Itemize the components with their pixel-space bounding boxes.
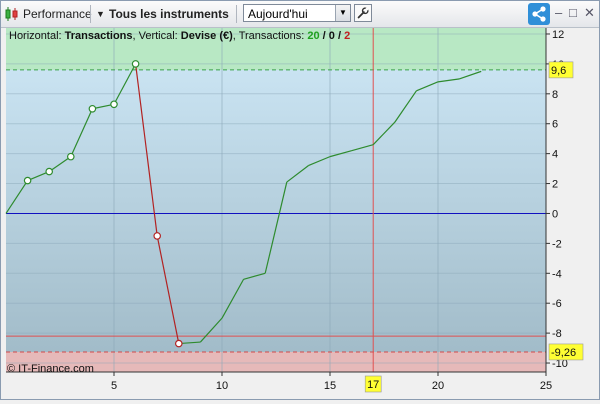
chart-header: Horizontal: Transactions, Vertical: Devi…: [9, 30, 350, 42]
x-tick-label: 20: [432, 380, 444, 392]
share-icon[interactable]: [528, 3, 550, 25]
close-button[interactable]: ✕: [584, 6, 595, 20]
chart-area[interactable]: 121086420-2-4-6-8-109,6-9,26 51015202517…: [1, 28, 599, 404]
y-tick-label: 0: [552, 208, 558, 220]
toolbar: Performance ▼ Tous les instruments Aujou…: [1, 1, 599, 28]
horizontal-value: Transactions: [65, 30, 133, 42]
y-tick-label: 6: [552, 119, 558, 131]
y-tick-label: -4: [552, 268, 562, 280]
y-axis-background: [546, 28, 599, 372]
slash-1: /: [320, 30, 329, 42]
trade-marker: [153, 232, 162, 240]
y-axis: 121086420-2-4-6-8-109,6-9,26: [545, 28, 599, 372]
trade-marker: [67, 152, 75, 161]
period-select[interactable]: Aujourd'hui ▼: [243, 4, 351, 22]
trade-marker: [88, 104, 97, 113]
vertical-prefix: , Vertical:: [133, 30, 181, 42]
y-tick-label: -8: [552, 328, 562, 340]
horizontal-prefix: Horizontal:: [9, 30, 65, 42]
x-tick-label: 25: [540, 380, 552, 392]
period-select-value: Aujourd'hui: [248, 7, 308, 21]
x-tick-label: 5: [111, 380, 117, 392]
svg-text:Horizontal: Transactions, Vert: Horizontal: Transactions, Vertical: Devi…: [9, 30, 350, 42]
maximize-button[interactable]: □: [569, 6, 577, 20]
losers-count: 2: [344, 30, 350, 42]
chevron-down-icon[interactable]: ▼: [335, 5, 350, 21]
performance-window: Performance ▼ Tous les instruments Aujou…: [0, 0, 600, 400]
performance-chart[interactable]: 121086420-2-4-6-8-109,6-9,26 51015202517…: [1, 28, 599, 399]
transactions-prefix: , Transactions:: [233, 30, 308, 42]
minimize-button[interactable]: –: [555, 6, 562, 20]
trade-marker: [110, 100, 118, 109]
y-tick-label: 2: [552, 179, 558, 191]
toolbar-divider: [236, 5, 237, 23]
winners-count: 20: [307, 30, 319, 42]
instruments-dropdown[interactable]: Tous les instruments: [109, 4, 229, 24]
toolbar-divider: [90, 5, 91, 23]
trade-marker: [23, 176, 32, 185]
performance-button[interactable]: Performance: [23, 4, 92, 24]
plot-background: [6, 28, 546, 372]
x-tick-label: 10: [216, 380, 228, 392]
max-value-label: 9,6: [551, 65, 566, 77]
vertical-value: Devise (€): [181, 30, 233, 42]
candlestick-icon[interactable]: [4, 6, 20, 22]
watermark: © IT-Finance.com: [7, 363, 94, 375]
trade-marker: [131, 60, 140, 68]
x-axis: 5 10 15 20 25 17: [1, 371, 599, 399]
x-tick-label: 15: [324, 380, 336, 392]
y-tick-label: 4: [552, 149, 558, 161]
trade-marker: [45, 167, 54, 176]
y-tick-label: -6: [552, 298, 562, 310]
y-tick-label: -2: [552, 238, 562, 250]
trade-marker: [175, 339, 183, 348]
y-tick-label: 12: [552, 29, 564, 41]
cursor-x-label: 17: [367, 379, 379, 391]
min-value-label: -9,26: [551, 347, 576, 359]
triangle-down-icon[interactable]: ▼: [96, 4, 105, 24]
slash-2: /: [335, 30, 344, 42]
wrench-icon[interactable]: [354, 4, 372, 22]
x-axis-background: [1, 372, 599, 399]
y-tick-label: 8: [552, 89, 558, 101]
